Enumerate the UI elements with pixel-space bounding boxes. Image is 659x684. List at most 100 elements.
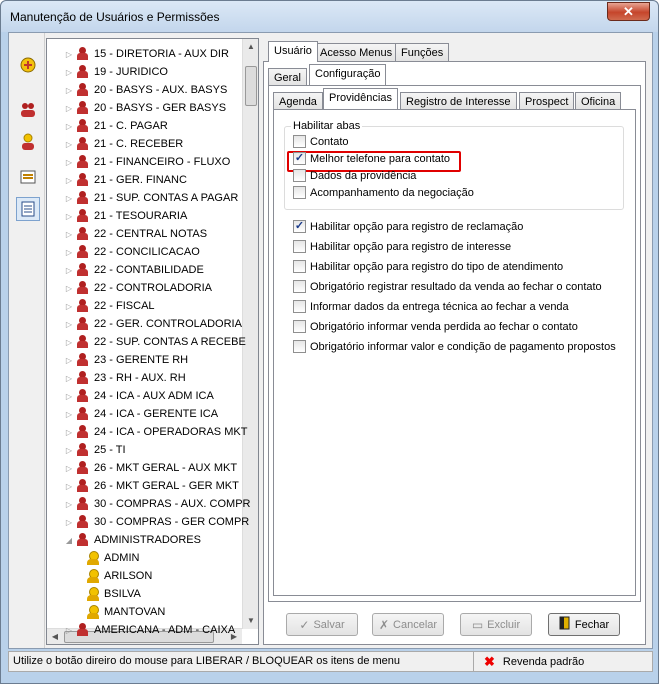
config-option-checkbox[interactable]: Obrigatório informar venda perdida ao fe… [293, 320, 578, 333]
expand-icon[interactable]: ▷ [63, 176, 75, 185]
expand-icon[interactable]: ▷ [63, 410, 75, 419]
tree-user-item[interactable]: MANTOVAN [85, 603, 165, 621]
expand-icon[interactable]: ▷ [63, 518, 75, 527]
tree-group-item[interactable]: ▷ 19 - JURIDICO [63, 63, 168, 81]
tree-group-item[interactable]: ▷ 22 - CONCILICACAO [63, 243, 200, 261]
expand-icon[interactable]: ▷ [63, 428, 75, 437]
expand-icon[interactable]: ▷ [63, 302, 75, 311]
checkbox-icon[interactable] [293, 186, 306, 199]
tree-group-item[interactable]: ▷ AMERICANA - ADM - CAIXA [63, 621, 235, 639]
tree-group-item[interactable]: ▷ 20 - BASYS - AUX. BASYS [63, 81, 227, 99]
tree-group-item[interactable]: ▷ 24 - ICA - OPERADORAS MKT [63, 423, 247, 441]
tree-user-item[interactable]: ADMIN [85, 549, 139, 567]
tree-user-item[interactable]: ARILSON [85, 567, 152, 585]
expand-icon[interactable]: ▷ [63, 230, 75, 239]
config-option-checkbox[interactable]: Informar dados da entrega técnica ao fec… [293, 300, 569, 313]
collapse-icon[interactable]: ◢ [63, 536, 75, 545]
tab-option-checkbox[interactable]: Acompanhamento da negociação [293, 186, 474, 199]
expand-icon[interactable]: ▷ [63, 626, 75, 635]
user-group-tree[interactable]: ▲ ▼ ◀ ▶ ▷ 15 - DIRETORIA - AUX DIR ▷ 19 - J… [46, 38, 259, 645]
tree-group-item[interactable]: ▷ 24 - ICA - AUX ADM ICA [63, 387, 214, 405]
expand-icon[interactable]: ▷ [63, 194, 75, 203]
document-icon[interactable] [16, 197, 40, 221]
tree-group-item[interactable]: ▷ 25 - TI [63, 441, 126, 459]
expand-icon[interactable]: ▷ [63, 104, 75, 113]
expand-icon[interactable]: ▷ [63, 50, 75, 59]
tab-providencias[interactable]: Providências [323, 88, 398, 109]
checkbox-icon[interactable] [293, 280, 306, 293]
checkbox-icon[interactable] [293, 340, 306, 353]
permission-icon[interactable] [16, 165, 40, 189]
scroll-down-icon[interactable]: ▼ [243, 613, 258, 629]
checkbox-icon[interactable]: ✓ [293, 220, 306, 233]
checkbox-icon[interactable] [293, 240, 306, 253]
checkbox-icon[interactable] [293, 260, 306, 273]
tab-usuario[interactable]: Usuário [268, 41, 318, 62]
expand-icon[interactable]: ▷ [63, 392, 75, 401]
save-button[interactable]: ✓ Salvar [286, 613, 358, 636]
tree-group-item[interactable]: ▷ 26 - MKT GERAL - AUX MKT [63, 459, 237, 477]
close-window-button[interactable]: ✕ [607, 2, 650, 21]
expand-icon[interactable]: ▷ [63, 446, 75, 455]
expand-icon[interactable]: ▷ [63, 68, 75, 77]
cancel-button[interactable]: ✗ Cancelar [372, 613, 444, 636]
tab-funcoes[interactable]: Funções [395, 43, 450, 62]
expand-icon[interactable]: ▷ [63, 212, 75, 221]
expand-icon[interactable]: ▷ [63, 122, 75, 131]
config-option-checkbox[interactable]: ✓ Habilitar opção para registro de reclam… [293, 220, 523, 233]
tree-group-item[interactable]: ▷ 21 - C. RECEBER [63, 135, 183, 153]
expand-icon[interactable]: ▷ [63, 86, 75, 95]
tree-group-item[interactable]: ▷ 24 - ICA - GERENTE ICA [63, 405, 218, 423]
tree-group-item[interactable]: ▷ 30 - COMPRAS - AUX. COMPR [63, 495, 250, 513]
expand-icon[interactable]: ▷ [63, 482, 75, 491]
config-option-checkbox[interactable]: Habilitar opção para registro de interes… [293, 240, 511, 253]
tree-group-item[interactable]: ▷ 22 - CENTRAL NOTAS [63, 225, 207, 243]
tree-group-item[interactable]: ▷ 15 - DIRETORIA - AUX DIR [63, 45, 229, 63]
tree-group-item[interactable]: ▷ 30 - COMPRAS - GER COMPR [63, 513, 249, 531]
tree-group-item[interactable]: ▷ 21 - FINANCEIRO - FLUXO [63, 153, 230, 171]
expand-icon[interactable]: ▷ [63, 284, 75, 293]
expand-icon[interactable]: ▷ [63, 356, 75, 365]
delete-button[interactable]: ▭ Excluir [460, 613, 532, 636]
expand-icon[interactable]: ▷ [63, 158, 75, 167]
tree-group-item[interactable]: ▷ 23 - RH - AUX. RH [63, 369, 186, 387]
tree-group-item[interactable]: ◢ ADMINISTRADORES [63, 531, 201, 549]
tab-option-checkbox[interactable]: Contato [293, 135, 349, 148]
tree-group-item[interactable]: ▷ 21 - TESOURARIA [63, 207, 187, 225]
checkbox-icon[interactable]: ✓ [293, 152, 306, 165]
refresh-icon[interactable] [16, 53, 40, 77]
tree-group-item[interactable]: ▷ 21 - GER. FINANC [63, 171, 187, 189]
checkbox-icon[interactable] [293, 320, 306, 333]
close-button[interactable]: Fechar [548, 613, 620, 636]
expand-icon[interactable]: ▷ [63, 338, 75, 347]
config-option-checkbox[interactable]: Habilitar opção para registro do tipo de… [293, 260, 563, 273]
tree-group-item[interactable]: ▷ 22 - CONTROLADORIA [63, 279, 212, 297]
tree-group-item[interactable]: ▷ 20 - BASYS - GER BASYS [63, 99, 226, 117]
expand-icon[interactable]: ▷ [63, 248, 75, 257]
tree-group-item[interactable]: ▷ 21 - C. PAGAR [63, 117, 168, 135]
expand-icon[interactable]: ▷ [63, 266, 75, 275]
tab-acesso-menus[interactable]: Acesso Menus [314, 43, 399, 62]
tree-group-item[interactable]: ▷ 22 - CONTABILIDADE [63, 261, 204, 279]
tree-user-item[interactable]: BSILVA [85, 585, 141, 603]
expand-icon[interactable]: ▷ [63, 320, 75, 329]
tree-group-item[interactable]: ▷ 21 - SUP. CONTAS A PAGAR [63, 189, 238, 207]
tree-group-item[interactable]: ▷ 23 - GERENTE RH [63, 351, 188, 369]
config-option-checkbox[interactable]: Obrigatório registrar resultado da venda… [293, 280, 602, 293]
tab-configuracao[interactable]: Configuração [309, 64, 387, 85]
scroll-left-icon[interactable]: ◀ [47, 629, 63, 644]
checkbox-icon[interactable] [293, 300, 306, 313]
scroll-thumb[interactable] [245, 66, 257, 106]
tab-option-checkbox[interactable]: ✓ Melhor telefone para contato [293, 152, 450, 165]
checkbox-icon[interactable] [293, 135, 306, 148]
expand-icon[interactable]: ▷ [63, 500, 75, 509]
tree-group-item[interactable]: ▷ 22 - SUP. CONTAS A RECEBE [63, 333, 246, 351]
tree-group-item[interactable]: ▷ 22 - FISCAL [63, 297, 155, 315]
tab-option-checkbox[interactable]: Dados da providência [293, 169, 416, 182]
group-icon[interactable] [16, 98, 40, 122]
scroll-up-icon[interactable]: ▲ [243, 39, 258, 55]
expand-icon[interactable]: ▷ [63, 140, 75, 149]
config-option-checkbox[interactable]: Obrigatório informar valor e condição de… [293, 340, 616, 353]
tree-group-item[interactable]: ▷ 22 - GER. CONTROLADORIA [63, 315, 242, 333]
user-icon[interactable] [16, 130, 40, 154]
